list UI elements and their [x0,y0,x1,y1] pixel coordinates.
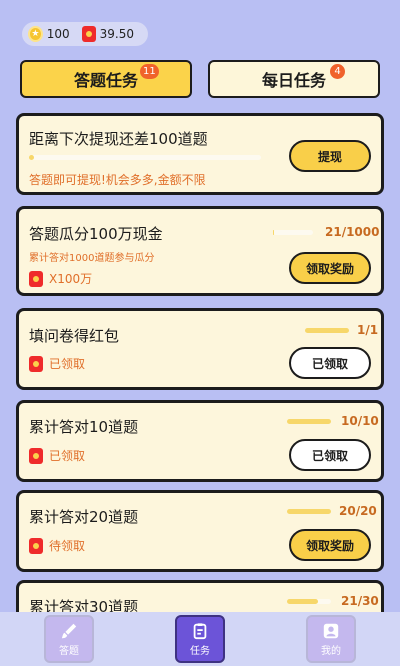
reward-row: 已领取 [29,355,85,372]
nav-label: 任务 [190,645,210,657]
task-card: 累计答对20道题 20/20 待领取 领取奖励 [16,490,384,572]
progress-text: 21/1000 [325,225,380,239]
nav-label: 我的 [321,645,341,657]
nav-tasks[interactable]: 任务 [175,615,225,663]
reward-text: 已领取 [49,357,86,371]
progress-text: 21/30 [341,594,379,608]
progress-fill [287,509,331,514]
card-title: 累计答对10道题 [29,418,139,436]
red-packet-icon [29,355,43,372]
task-card: 累计答对10道题 10/10 已领取 已领取 [16,400,384,482]
reward-text: X100万 [49,272,93,286]
claim-reward-button[interactable]: 领取奖励 [289,529,371,561]
red-packet-icon [29,270,43,287]
clipboard-icon [193,622,207,639]
progress-text: 1/1 [357,323,379,337]
progress-bar [287,419,331,424]
tab-quiz-tasks[interactable]: 答题任务 11 [20,60,192,98]
coin-icon: ★ [28,26,43,42]
tab-daily-tasks[interactable]: 每日任务 4 [208,60,380,98]
nav-mine[interactable]: 我的 [306,615,356,663]
user-icon [323,623,339,638]
card-title: 填问卷得红包 [29,327,120,345]
cash-balance: 39.50 [99,27,134,41]
progress-bar [287,599,331,604]
nav-label: 答题 [59,645,79,657]
tab-label: 答题任务 [73,71,138,90]
progress-fill [273,230,274,235]
tab-badge: 11 [140,64,159,79]
card-subtitle: 答题即可提现!机会多多,金额不限 [29,173,206,187]
reward-text: 待领取 [49,539,86,553]
bottom-nav: 答题 任务 我的 [0,612,400,666]
card-title: 累计答对20道题 [29,508,139,526]
progress-fill [305,328,349,333]
balance-bar: ★ 100 39.50 [22,22,148,46]
reward-row: X100万 [29,270,92,287]
progress-fill [287,419,331,424]
progress-text: 10/10 [341,414,379,428]
tab-badge: 4 [330,64,345,79]
progress-bar [287,509,331,514]
nav-answer[interactable]: 答题 [44,615,94,663]
reward-row: 待领取 [29,537,85,554]
claimed-button[interactable]: 已领取 [289,439,371,471]
progress-text: 20/20 [339,504,377,518]
withdraw-button[interactable]: 提现 [289,140,371,172]
progress-fill [29,155,34,160]
progress-bar [305,328,349,333]
red-packet-icon [81,26,96,42]
progress-bar [273,230,313,235]
card-subtitle: 累计答对1000道题参与瓜分 [29,253,155,264]
coin-balance: 100 [46,27,70,41]
claim-reward-button[interactable]: 领取奖励 [289,252,371,284]
progress-bar [29,155,261,160]
task-card: 答题瓜分100万现金 21/1000 累计答对1000道题参与瓜分 X100万 … [16,206,384,296]
withdraw-card: 距离下次提现还差100道题 答题即可提现!机会多多,金额不限 提现 [16,113,384,195]
progress-fill [287,599,318,604]
reward-text: 已领取 [49,449,86,463]
tab-label: 每日任务 [261,71,326,90]
task-card: 填问卷得红包 1/1 已领取 已领取 [16,308,384,390]
card-title: 距离下次提现还差100道题 [29,130,208,148]
card-title: 答题瓜分100万现金 [29,225,163,243]
brush-icon [61,623,77,638]
red-packet-icon [29,447,43,464]
claimed-button[interactable]: 已领取 [289,347,371,379]
red-packet-icon [29,537,43,554]
reward-row: 已领取 [29,447,85,464]
